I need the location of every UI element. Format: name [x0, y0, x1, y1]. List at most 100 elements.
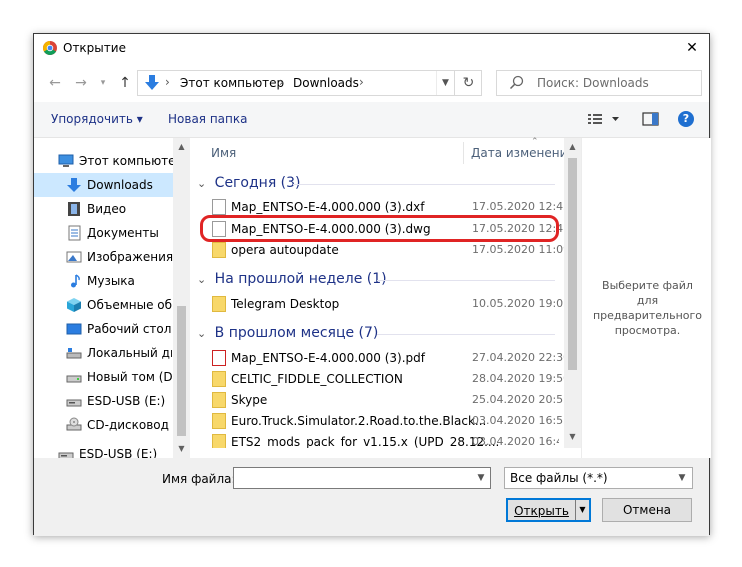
chevron-down-icon: ⌄ [197, 273, 207, 286]
group-header-last-week[interactable]: ⌄ На прошлой неделе (1) [197, 271, 555, 287]
view-options-button[interactable] [587, 111, 621, 130]
close-button[interactable]: ✕ [675, 34, 709, 62]
file-row[interactable]: Euro.Truck.Simulator.2.Road.to.the.Black… [209, 410, 570, 431]
file-list-scrollbar[interactable]: ▲ ▼ [564, 138, 581, 448]
group-title: На прошлой неделе (1) [214, 271, 387, 287]
cancel-button[interactable]: Отмена [602, 498, 692, 522]
search-box[interactable]: Поиск: Downloads [496, 70, 702, 96]
folder-icon [212, 296, 226, 312]
refresh-button[interactable]: ↻ [454, 71, 482, 95]
scroll-down-icon[interactable]: ▼ [173, 442, 190, 456]
3d-objects-icon [67, 298, 81, 312]
address-bar[interactable]: › Этот компьютер › Downloads › ▼ ↻ [137, 70, 482, 96]
preview-message: Выберите файл для предварительного просм… [592, 279, 703, 337]
bottom-panel: Имя файла: ▼ Все файлы (*.*) ▼ Открыть ▼… [34, 458, 709, 536]
up-button[interactable]: ↑ [116, 74, 134, 92]
nav-item-label: Рабочий стол [87, 322, 172, 336]
scrollbar-thumb[interactable] [568, 158, 577, 370]
chevron-down-icon: ⌄ [197, 177, 207, 190]
group-divider [377, 280, 555, 281]
open-button-label: Открыть [514, 504, 569, 518]
address-dropdown-button[interactable]: ▼ [436, 71, 454, 95]
scroll-down-icon[interactable]: ▼ [564, 430, 581, 444]
music-icon [71, 274, 80, 288]
filetype-select[interactable]: Все файлы (*.*) ▼ [504, 467, 693, 489]
filetype-dropdown-button[interactable]: ▼ [674, 468, 690, 488]
chevron-down-icon: ▼ [477, 473, 485, 483]
nav-pane-scrollbar[interactable]: ▲ ▼ [173, 138, 190, 458]
nav-item-local-disk[interactable]: Локальный дис [34, 341, 174, 365]
filename-field[interactable]: ▼ [233, 467, 491, 489]
documents-icon [68, 225, 81, 241]
nav-item-images[interactable]: Изображения [34, 245, 174, 269]
file-name: Map_ENTSO-E-4.000.000 (3).pdf [231, 351, 426, 365]
file-row[interactable]: Map_ENTSO-E-4.000.000 (3).pdf 27.04.2020… [209, 347, 570, 368]
file-date: 28.04.2020 19:50 [472, 372, 571, 385]
breadcrumb-chevron-icon: › [165, 75, 170, 89]
file-row[interactable]: ETS2_mods_pack_for_v1.15.x_(UPD_28.12...… [209, 431, 559, 448]
desktop-icon [66, 323, 82, 335]
file-row[interactable]: Map_ENTSO-E-4.000.000 (3).dxf 17.05.2020… [209, 196, 570, 217]
pdf-icon [212, 350, 226, 366]
organize-button[interactable]: Упорядочить ▾ [51, 112, 143, 126]
nav-item-esd-usb[interactable]: ESD-USB (E:) [34, 389, 174, 413]
window-title: Открытие [63, 41, 126, 55]
nav-item-documents[interactable]: Документы [34, 221, 174, 245]
column-header-name[interactable]: Имя [211, 146, 236, 160]
search-input[interactable]: Поиск: Downloads [537, 76, 649, 90]
group-header-last-month[interactable]: ⌄ В прошлом месяце (7) [197, 325, 555, 341]
file-name: Telegram Desktop [231, 297, 340, 311]
file-name: Euro.Truck.Simulator.2.Road.to.the.Black… [231, 414, 487, 428]
forward-button[interactable]: → [72, 74, 90, 92]
nav-item-video[interactable]: Видео [34, 197, 174, 221]
nav-item-desktop[interactable]: Рабочий стол [34, 317, 174, 341]
help-button[interactable]: ? [678, 111, 694, 127]
group-divider [377, 334, 555, 335]
computer-icon [58, 154, 74, 167]
open-split-dropdown-button[interactable]: ▼ [575, 500, 589, 520]
file-row[interactable]: opera autoupdate 17.05.2020 11:09 [209, 239, 570, 260]
nav-item-label: Видео [87, 202, 127, 216]
group-title: В прошлом месяце (7) [214, 325, 379, 341]
scroll-up-icon[interactable]: ▲ [173, 140, 190, 154]
column-divider[interactable] [463, 142, 464, 164]
nav-item-downloads[interactable]: Downloads [34, 173, 174, 197]
back-arrow-icon: ← [49, 75, 61, 91]
forward-arrow-icon: → [75, 75, 87, 91]
folder-icon [212, 392, 226, 408]
file-name: CELTIC_FIDDLE_COLLECTION [231, 372, 403, 386]
file-name: opera autoupdate [231, 243, 339, 257]
nav-item-this-pc[interactable]: Этот компьютер [34, 149, 183, 173]
folder-icon [212, 371, 226, 387]
navigation-bar: ← → ▾ ↑ › Этот компьютер › Downloads › ▼… [34, 62, 709, 102]
file-row[interactable]: Skype 25.04.2020 20:55 [209, 389, 570, 410]
title-bar: Открытие ✕ [34, 34, 709, 62]
nav-item-label: ESD-USB (E:) [87, 394, 166, 408]
breadcrumb-this-pc[interactable]: Этот компьютер [180, 76, 284, 90]
nav-item-label: Музыка [87, 274, 135, 288]
nav-item-label: Локальный дис [87, 346, 172, 360]
usb-drive-icon [66, 399, 82, 407]
nav-item-new-volume-d[interactable]: Новый том (D:) [34, 365, 181, 389]
filename-dropdown-button[interactable]: ▼ [472, 468, 490, 488]
scroll-up-icon[interactable]: ▲ [564, 140, 581, 154]
nav-item-music[interactable]: Музыка [34, 269, 174, 293]
file-row[interactable]: Telegram Desktop 10.05.2020 19:05 [209, 293, 570, 314]
local-disk-icon [66, 348, 82, 359]
file-row[interactable]: CELTIC_FIDDLE_COLLECTION 28.04.2020 19:5… [209, 368, 570, 389]
file-date: 27.04.2020 22:30 [472, 351, 571, 364]
nav-item-3d-objects[interactable]: Объемные объ [34, 293, 174, 317]
scrollbar-thumb[interactable] [177, 306, 186, 436]
nav-item-label: Документы [87, 226, 159, 240]
back-button[interactable]: ← [46, 74, 64, 92]
open-button[interactable]: Открыть ▼ [506, 498, 591, 522]
breadcrumb-downloads[interactable]: Downloads [293, 76, 359, 90]
recent-locations-button[interactable]: ▾ [94, 74, 112, 92]
nav-item-cd-drive[interactable]: CD-дисковод (F [34, 413, 174, 437]
new-folder-button[interactable]: Новая папка [168, 112, 247, 126]
group-header-today[interactable]: ⌄ Сегодня (3) [197, 175, 555, 191]
preview-pane-button[interactable] [642, 111, 660, 130]
up-arrow-icon: ↑ [119, 75, 131, 91]
chevron-down-icon: ▼ [442, 78, 449, 88]
column-header-date[interactable]: Дата изменения [471, 146, 575, 160]
